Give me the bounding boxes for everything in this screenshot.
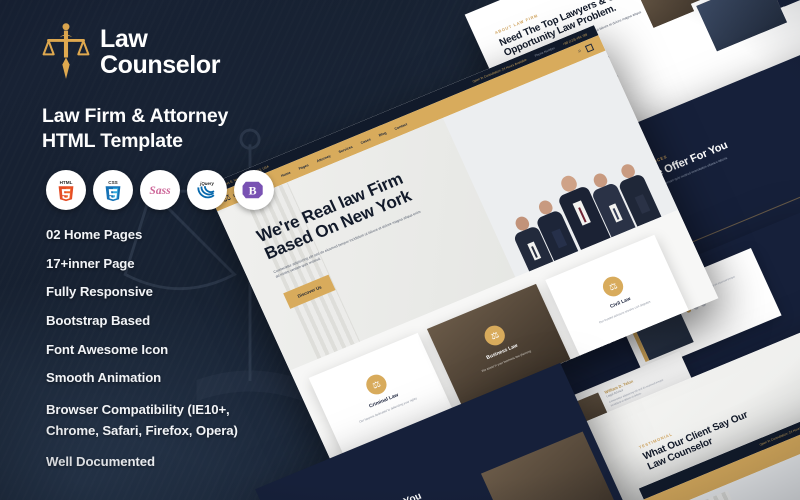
headline-line2: HTML Template — [42, 129, 183, 152]
sass-icon: Sass — [140, 169, 180, 210]
search-icon[interactable]: ⌕ — [577, 48, 583, 56]
feature-item: Browser Compatibility (IE10+, Chrome, Sa… — [46, 402, 238, 438]
headline-line1: Law Firm & Attorney — [42, 105, 229, 127]
nav-cases[interactable]: Cases — [360, 137, 371, 145]
jquery-icon: jQuery — [187, 169, 227, 210]
svg-text:jQuery: jQuery — [199, 181, 214, 186]
promo-banner: ABOUT LAW FIRM Need The Top Lawyers & Gr… — [0, 0, 800, 500]
feature-item: 02 Home Pages — [46, 226, 143, 242]
feature-item: Font Awesome Icon — [46, 341, 169, 357]
headline: Law Firm & Attorney HTML Template — [42, 104, 312, 154]
left-content: Law Counselor Law Firm & Attorney HTML T… — [42, 22, 312, 484]
feature-item: Smooth Animation — [46, 370, 162, 386]
brand-lockup: Law Counselor — [42, 22, 312, 82]
brand-name-line1: Law — [100, 24, 148, 53]
bootstrap-icon: B — [234, 169, 274, 210]
nav-services[interactable]: Services — [338, 144, 353, 153]
svg-text:HTML: HTML — [60, 180, 73, 185]
scales-icon: ⚖ — [363, 371, 390, 398]
html5-icon: HTML — [46, 169, 86, 210]
collage-photo-2 — [690, 0, 793, 57]
svg-text:B: B — [249, 183, 257, 197]
nav-blog[interactable]: Blog — [378, 130, 387, 137]
balance-icon: ⚖ — [599, 273, 627, 300]
svg-text:CSS: CSS — [108, 180, 117, 185]
brand-name-line2: Counselor — [100, 51, 221, 79]
feature-item: 17+inner Page — [46, 255, 135, 271]
menu-icon[interactable] — [584, 43, 595, 53]
nav-attorney[interactable]: Attorney — [316, 154, 331, 163]
feature-list: 02 Home Pages 17+inner Page Fully Respon… — [46, 226, 312, 470]
nav-contact[interactable]: Contact — [394, 122, 408, 131]
css3-icon: CSS — [93, 169, 133, 210]
feature-item: Bootstrap Based — [46, 313, 151, 329]
tech-badge-row: HTML CSS Sass jQuery B — [46, 169, 312, 210]
feature-item: Fully Responsive — [46, 284, 153, 300]
gavel-icon: ⚖ — [481, 322, 509, 349]
feature-item: Well Documented — [46, 454, 155, 470]
scales-of-justice-pen-icon — [42, 22, 90, 82]
svg-text:Sass: Sass — [149, 185, 171, 197]
